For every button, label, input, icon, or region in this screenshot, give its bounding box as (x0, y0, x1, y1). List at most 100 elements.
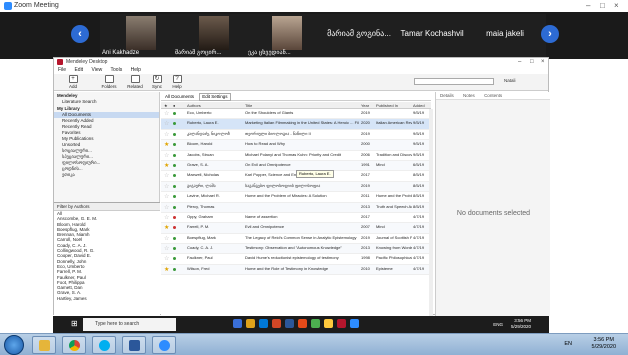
taskbar-search-input[interactable]: Type here to search (83, 318, 176, 331)
read-status-icon[interactable] (173, 267, 176, 271)
participant-tile[interactable]: maia jakeli (464, 14, 546, 58)
menu-edit[interactable]: Edit (74, 67, 83, 73)
user-name[interactable]: Natali (504, 78, 516, 83)
table-row[interactable]: ☆ გიგაური, ლაშა საგანგებო ფილოსოფიის ფილოს… (161, 181, 431, 193)
table-row[interactable]: ★ Wilson, Fred Hume and the Role of Testim… (161, 264, 431, 276)
participant-tile[interactable]: Ani Kakhadze (100, 14, 182, 58)
favorite-star-icon[interactable]: ★ (164, 141, 169, 148)
prev-page-button[interactable]: ‹ (71, 25, 89, 43)
favorite-star-icon[interactable]: ☆ (164, 214, 169, 221)
read-status-icon[interactable] (173, 122, 176, 126)
minimize-icon[interactable]: – (586, 1, 590, 10)
folders-button[interactable]: Folders (98, 75, 120, 89)
participant-tile[interactable]: მარიამ გოცირ... (173, 14, 255, 58)
favorite-star-icon[interactable]: ★ (164, 266, 169, 273)
mendeley-taskbar-icon[interactable] (337, 319, 346, 328)
tab-notes[interactable]: Notes (463, 93, 475, 98)
close-icon[interactable]: × (541, 58, 545, 66)
menu-view[interactable]: View (91, 67, 102, 73)
maximize-icon[interactable]: □ (530, 58, 534, 66)
participant-tile[interactable]: Tamar Kochashvili (392, 14, 474, 58)
table-row[interactable]: ☆ Jacobs, Struan Michael Polanyi and Thoma… (161, 151, 431, 161)
favorite-star-icon[interactable]: ★ (164, 162, 169, 169)
word-icon[interactable] (285, 319, 294, 328)
next-page-button[interactable]: › (541, 25, 559, 43)
favorite-star-icon[interactable]: ★ (164, 224, 169, 231)
read-status-icon[interactable] (173, 247, 176, 251)
menu-help[interactable]: Help (131, 67, 141, 73)
zoom-taskbar-icon[interactable] (350, 319, 359, 328)
favorite-star-icon[interactable]: ☆ (164, 193, 169, 200)
table-row[interactable]: ☆ Coady, C. A. J. Testimony: Observation a… (161, 244, 431, 255)
menu-tools[interactable]: Tools (111, 67, 123, 73)
table-row[interactable]: ☆ Piercy, Thomas 2013 Truth and Speech Acts… (161, 202, 431, 213)
folder-taskbar-button[interactable] (32, 336, 56, 354)
help-button[interactable]: ? Help (166, 75, 188, 89)
table-row[interactable]: ★ Farrell, P. M. Evil and Omnipotence 2007 M… (161, 223, 431, 234)
column-added[interactable]: Added (413, 103, 425, 108)
read-status-icon[interactable] (173, 163, 176, 167)
edit-settings-button[interactable]: Edit Settings (199, 93, 231, 101)
windows-start-icon[interactable]: ⊞ (71, 320, 79, 328)
favorite-star-icon[interactable]: ☆ (164, 152, 169, 159)
file-explorer-icon[interactable] (246, 319, 255, 328)
favorite-star-icon[interactable]: ☆ (164, 120, 169, 127)
menu-file[interactable]: File (58, 67, 66, 73)
table-row[interactable]: ☆ Eco, Umberto On the Shoulders of Giants 2… (161, 109, 431, 120)
tab-contents[interactable]: Contents (484, 93, 502, 98)
app-icon[interactable] (233, 319, 242, 328)
read-status-icon[interactable] (173, 257, 176, 261)
column-published-in[interactable]: Published In (376, 103, 398, 108)
column-title[interactable]: Title (245, 103, 252, 108)
table-row[interactable]: ☆ Faulkner, Paul David Hume's reductionist… (161, 254, 431, 265)
read-status-icon[interactable] (173, 236, 176, 240)
app-icon[interactable] (272, 319, 281, 328)
app-icon[interactable] (298, 319, 307, 328)
favorite-star-icon[interactable]: ☆ (164, 131, 169, 138)
favorite-column-icon[interactable]: ★ (164, 103, 168, 108)
read-status-icon[interactable] (173, 195, 176, 199)
read-status-icon[interactable] (173, 132, 176, 136)
tab-details[interactable]: Details (440, 93, 454, 98)
start-orb-icon[interactable] (4, 335, 24, 355)
word-taskbar-button[interactable] (122, 336, 146, 354)
list-scrollbar[interactable] (429, 109, 433, 316)
search-input[interactable] (414, 78, 494, 85)
filter-header[interactable]: Filter by Authors (54, 203, 160, 211)
favorite-star-icon[interactable]: ☆ (164, 183, 169, 190)
table-row[interactable]: ☆ Oppy, Graham Name of assertion 2017 4/7/19 (161, 213, 431, 224)
participant-tile[interactable]: მარიამ გოგინა... (318, 14, 400, 58)
column-year[interactable]: Year (361, 103, 369, 108)
read-status-icon[interactable] (173, 153, 176, 157)
chrome-taskbar-button[interactable] (62, 336, 86, 354)
language-indicator[interactable]: EN (564, 341, 572, 347)
related-button[interactable]: Related (124, 75, 146, 89)
read-status-icon[interactable] (173, 215, 176, 219)
participant-tile[interactable]: ეკა ცხვედიან... (246, 14, 328, 58)
table-row[interactable]: ☆ Lavine, Michael R. Hume and the Problem … (161, 192, 431, 203)
read-status-icon[interactable] (173, 205, 176, 209)
remote-clock[interactable]: 3:56 PM 5/29/2020 (511, 318, 531, 330)
app-icon[interactable] (324, 319, 333, 328)
author-filter-item[interactable]: Hartley, James (54, 296, 160, 301)
favorite-star-icon[interactable]: ☆ (164, 110, 169, 117)
favorite-star-icon[interactable]: ☆ (164, 172, 169, 179)
table-row[interactable]: ☆ Boespflug, Mark The Legacy of Reid's Com… (161, 234, 431, 245)
add-button[interactable]: + Add (62, 75, 84, 89)
minimize-icon[interactable]: – (518, 58, 521, 66)
table-row[interactable]: ☆ Ruberto, Laura E. Marketing Italian Film… (161, 119, 431, 130)
edge-icon[interactable] (259, 319, 268, 328)
read-status-icon[interactable] (173, 143, 176, 147)
favorite-star-icon[interactable]: ☆ (164, 235, 169, 242)
read-status-icon[interactable] (173, 174, 176, 178)
table-row[interactable]: ☆ კალანდაძე, ნიკოლოზ თეორიული ბიოლოგია - ნ… (161, 130, 431, 141)
language-indicator[interactable]: ENG (493, 322, 503, 327)
close-icon[interactable]: × (614, 1, 619, 10)
local-clock[interactable]: 3:56 PM 5/29/2020 (592, 337, 616, 351)
skype-taskbar-button[interactable] (92, 336, 116, 354)
favorite-star-icon[interactable]: ☆ (164, 204, 169, 211)
zoom-taskbar-button[interactable] (152, 336, 176, 354)
favorite-star-icon[interactable]: ☆ (164, 255, 169, 262)
read-status-icon[interactable] (173, 112, 176, 115)
read-status-icon[interactable] (173, 226, 176, 230)
